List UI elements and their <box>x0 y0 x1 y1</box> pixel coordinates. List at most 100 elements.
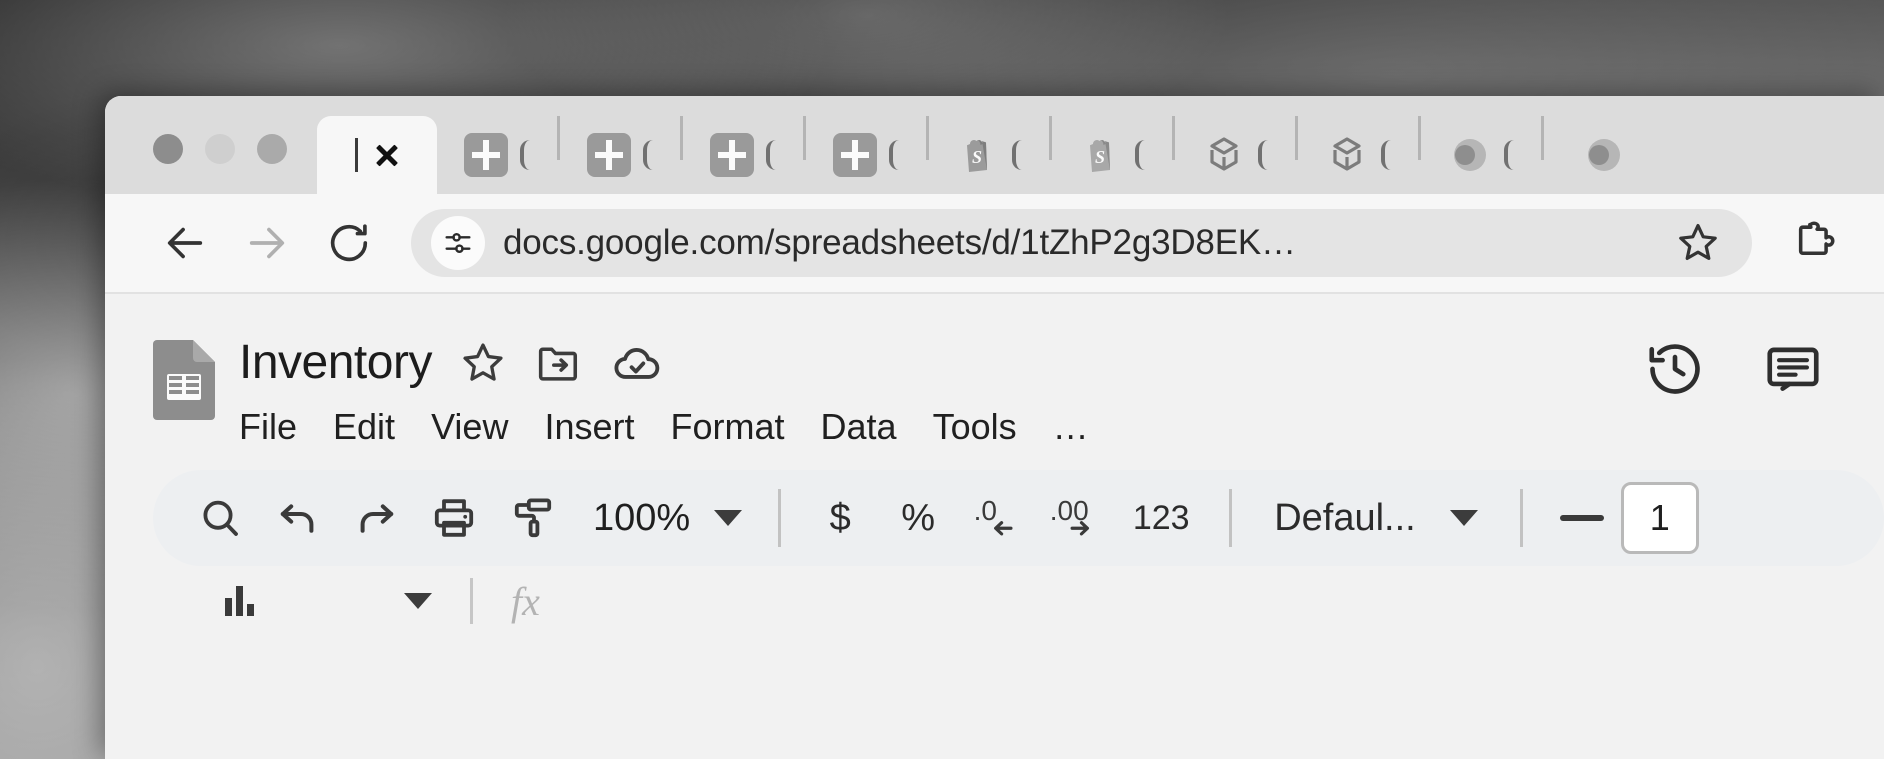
back-button[interactable] <box>149 207 221 279</box>
site-info-button[interactable] <box>431 216 485 270</box>
svg-text:.0: .0 <box>974 495 997 526</box>
sheets-doc-icon[interactable] <box>153 340 215 420</box>
reload-icon <box>330 224 368 262</box>
redo-icon <box>360 504 394 533</box>
toolbar-divider <box>1229 489 1233 547</box>
zoom-value: 100% <box>593 496 691 539</box>
more-formats-button[interactable]: 123 <box>1113 479 1209 557</box>
chevron-down-icon <box>1449 510 1478 526</box>
svg-text:S: S <box>972 147 982 167</box>
chevron-down-icon <box>714 510 743 526</box>
tab-shopify-2[interactable]: S <box>1052 116 1172 194</box>
zoom-selector[interactable]: 100% <box>571 497 758 540</box>
google-sheets-icon <box>710 133 754 177</box>
font-size-decrease-button[interactable] <box>1543 479 1621 557</box>
tab-sheets-3[interactable] <box>683 116 803 194</box>
document-meta: Inventory File Edit View Insert Format D… <box>239 332 1644 448</box>
extensions-button[interactable] <box>1778 207 1850 279</box>
percent-label: % <box>901 496 936 539</box>
move-to-folder-icon[interactable] <box>534 338 584 388</box>
search-button[interactable] <box>181 479 259 557</box>
decrease-decimal-button[interactable]: .0 <box>957 479 1035 557</box>
tab-sheets-4[interactable] <box>806 116 926 194</box>
sheets-toolbar: 100% $ % .0 .00 123 Defaul... 1 <box>153 470 1884 566</box>
tab-circle-2[interactable] <box>1544 116 1664 194</box>
currency-format-button[interactable]: $ <box>801 479 879 557</box>
menu-tools[interactable]: Tools <box>933 409 1017 445</box>
tab-audio-indicator <box>889 140 899 170</box>
font-family-selector[interactable]: Defaul... <box>1252 497 1500 540</box>
undo-button[interactable] <box>259 479 337 557</box>
address-bar[interactable]: docs.google.com/spreadsheets/d/1tZhP2g3D… <box>411 209 1752 277</box>
reload-button[interactable] <box>313 207 385 279</box>
tab-active[interactable] <box>317 116 437 194</box>
forward-button[interactable] <box>231 207 303 279</box>
tab-sheets-1[interactable] <box>437 116 557 194</box>
increase-decimal-button[interactable]: .00 <box>1035 479 1113 557</box>
fx-icon: fx <box>511 578 540 624</box>
back-arrow-icon <box>167 227 203 259</box>
tab-cube-2[interactable] <box>1298 116 1418 194</box>
redo-button[interactable] <box>337 479 415 557</box>
star-outline-icon[interactable] <box>458 338 508 388</box>
bookmark-button[interactable] <box>1674 219 1722 267</box>
chart-icon[interactable] <box>225 586 254 616</box>
menu-bar: File Edit View Insert Format Data Tools … <box>239 406 1644 448</box>
tab-audio-indicator <box>520 140 530 170</box>
site-settings-icon <box>445 233 471 253</box>
menu-file[interactable]: File <box>239 409 297 445</box>
chevron-down-icon[interactable] <box>404 593 432 609</box>
page-title[interactable]: Inventory <box>239 339 432 387</box>
font-size-input[interactable]: 1 <box>1620 482 1699 554</box>
comments-icon[interactable] <box>1762 338 1824 400</box>
menu-view[interactable]: View <box>431 409 508 445</box>
url-text[interactable]: docs.google.com/spreadsheets/d/1tZhP2g3D… <box>503 223 1662 263</box>
menu-edit[interactable]: Edit <box>333 409 395 445</box>
toolbar-divider <box>778 489 782 547</box>
tab-audio-indicator <box>1135 140 1145 170</box>
print-icon <box>434 499 474 537</box>
menu-insert[interactable]: Insert <box>544 409 634 445</box>
window-minimize-button[interactable] <box>205 134 235 164</box>
tab-circle-1[interactable] <box>1421 116 1541 194</box>
version-history-icon[interactable] <box>1644 338 1706 400</box>
tab-cube-1[interactable] <box>1175 116 1295 194</box>
menu-overflow-button[interactable]: … <box>1053 406 1091 448</box>
paint-format-button[interactable] <box>493 479 571 557</box>
star-outline-icon <box>1679 224 1717 260</box>
browser-nav-bar: docs.google.com/spreadsheets/d/1tZhP2g3D… <box>105 194 1884 294</box>
tab-shopify-1[interactable]: S <box>929 116 1049 194</box>
minus-icon <box>1559 515 1604 521</box>
more-formats-label: 123 <box>1132 498 1190 537</box>
currency-label: $ <box>829 496 851 539</box>
google-sheets-icon <box>833 133 877 177</box>
increase-decimal-icon: .00 <box>1050 495 1090 536</box>
formula-divider <box>470 578 473 624</box>
circle-icon <box>1588 139 1620 171</box>
tab-strip: S S <box>105 96 1884 194</box>
window-traffic-lights <box>105 134 317 194</box>
window-zoom-button[interactable] <box>257 134 287 164</box>
google-sheets-app: Inventory File Edit View Insert Format D… <box>105 294 1884 759</box>
menu-data[interactable]: Data <box>821 409 897 445</box>
percent-format-button[interactable]: % <box>879 479 957 557</box>
undo-icon <box>280 504 314 533</box>
window-close-button[interactable] <box>153 134 183 164</box>
tab-sheets-2[interactable] <box>560 116 680 194</box>
tab-list: S S <box>317 96 1884 194</box>
decrease-decimal-icon: .0 <box>974 495 1013 536</box>
tab-audio-indicator <box>643 140 653 170</box>
tab-audio-indicator <box>1504 140 1514 170</box>
cloud-saved-icon[interactable] <box>610 336 664 390</box>
search-icon <box>203 500 238 536</box>
circle-icon <box>1454 139 1486 171</box>
title-row: Inventory <box>239 332 1644 394</box>
menu-format[interactable]: Format <box>671 409 785 445</box>
font-name-label: Defaul... <box>1274 496 1416 539</box>
print-button[interactable] <box>415 479 493 557</box>
header-actions <box>1644 332 1884 400</box>
close-icon[interactable] <box>374 142 400 168</box>
toolbar-wrapper: 100% $ % .0 .00 123 Defaul... 1 <box>105 470 1884 566</box>
browser-window: S S docs.google.com/spreadsheets/d/1tZhP… <box>105 96 1884 759</box>
text-cursor-icon <box>354 138 358 172</box>
